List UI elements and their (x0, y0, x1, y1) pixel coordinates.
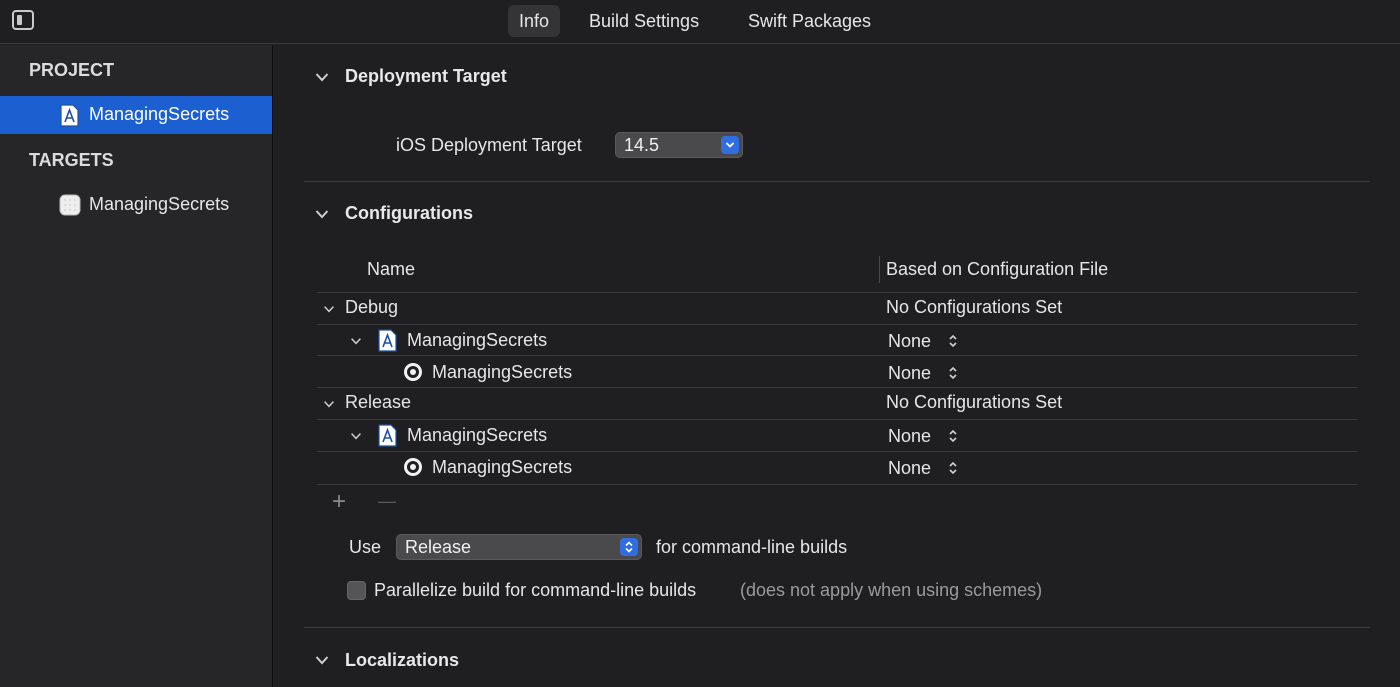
stepper-arrows-icon[interactable] (948, 460, 958, 476)
tab-swift-packages[interactable]: Swift Packages (737, 5, 882, 37)
chevron-down-icon[interactable] (323, 305, 335, 313)
add-configuration-button[interactable]: + (332, 488, 346, 516)
chevron-down-icon[interactable] (315, 209, 329, 219)
column-header-config-file[interactable]: Based on Configuration File (886, 259, 1108, 280)
config-row-project[interactable]: ManagingSecrets (407, 330, 547, 351)
tab-build-settings[interactable]: Build Settings (578, 5, 710, 37)
section-divider (304, 181, 1370, 182)
stepper-arrows-icon[interactable] (948, 428, 958, 444)
use-label: Use (349, 537, 382, 557)
config-file-value: No Configurations Set (886, 392, 1063, 412)
chevron-down-icon[interactable] (323, 400, 335, 408)
config-row-target[interactable]: ManagingSecrets (432, 362, 572, 383)
xcode-project-icon (378, 424, 397, 447)
sidebar-item-label: ManagingSecrets (89, 194, 230, 214)
editor-tab-bar: Info Build Settings Swift Packages (0, 0, 1400, 44)
section-divider (304, 627, 1370, 628)
sidebar-item-label: ManagingSecrets (89, 104, 230, 124)
parallelize-label[interactable]: Parallelize build for command-line build… (374, 580, 696, 601)
chevron-down-icon[interactable] (315, 655, 329, 665)
row-divider (317, 292, 1357, 293)
command-line-suffix: for command-line builds (656, 537, 848, 557)
project-heading: PROJECT (29, 60, 115, 80)
parallelize-checkbox[interactable] (347, 581, 366, 600)
stepper-arrows-icon[interactable] (948, 365, 958, 381)
xcode-project-icon (60, 104, 79, 127)
sidebar-item-target[interactable]: ManagingSecrets (0, 186, 272, 224)
column-divider (879, 256, 880, 283)
config-file-popup[interactable]: None (888, 458, 931, 479)
command-line-config-value: Release (405, 537, 472, 557)
remove-configuration-button[interactable]: — (378, 491, 396, 512)
app-target-icon (59, 194, 81, 216)
row-divider (317, 451, 1357, 452)
command-line-config-popup[interactable]: Release (396, 534, 642, 560)
sidebar-item-project[interactable]: ManagingSecrets (0, 96, 272, 134)
chevron-down-icon[interactable] (315, 72, 329, 82)
row-divider (317, 324, 1357, 325)
localizations-title: Localizations (345, 650, 460, 670)
project-sidebar: PROJECT ManagingSecrets TARGETS Managing… (0, 45, 273, 687)
sidebar-toggle-icon[interactable] (12, 10, 34, 30)
ios-deployment-target-popup[interactable]: 14.5 (615, 132, 743, 158)
row-divider (317, 419, 1357, 420)
ios-deployment-target-label: iOS Deployment Target (396, 135, 582, 155)
parallelize-hint: (does not apply when using schemes) (740, 580, 1043, 600)
row-divider (317, 484, 1357, 485)
config-row-project[interactable]: ManagingSecrets (407, 425, 547, 446)
row-divider (317, 355, 1357, 356)
target-icon (404, 363, 422, 381)
stepper-arrows-icon (620, 538, 638, 556)
tab-info[interactable]: Info (508, 5, 561, 37)
project-info-editor: Deployment Target iOS Deployment Target … (274, 45, 1400, 687)
chevron-down-icon (721, 136, 739, 154)
row-divider (317, 387, 1357, 388)
config-row-target[interactable]: ManagingSecrets (432, 457, 572, 478)
ios-deployment-target-value: 14.5 (624, 135, 660, 155)
xcode-project-icon (378, 329, 397, 352)
stepper-arrows-icon[interactable] (948, 333, 958, 349)
config-file-popup[interactable]: None (888, 426, 931, 447)
config-file-popup[interactable]: None (888, 331, 931, 352)
column-header-name[interactable]: Name (367, 259, 415, 280)
targets-heading: TARGETS (29, 150, 114, 170)
chevron-down-icon[interactable] (350, 432, 362, 440)
deployment-target-title: Deployment Target (345, 66, 507, 86)
configurations-title: Configurations (345, 203, 473, 223)
config-row-debug[interactable]: Debug (345, 297, 398, 318)
target-icon (404, 458, 422, 476)
config-file-value: No Configurations Set (886, 297, 1063, 317)
chevron-down-icon[interactable] (350, 337, 362, 345)
config-file-popup[interactable]: None (888, 363, 931, 384)
config-row-release[interactable]: Release (345, 392, 411, 413)
